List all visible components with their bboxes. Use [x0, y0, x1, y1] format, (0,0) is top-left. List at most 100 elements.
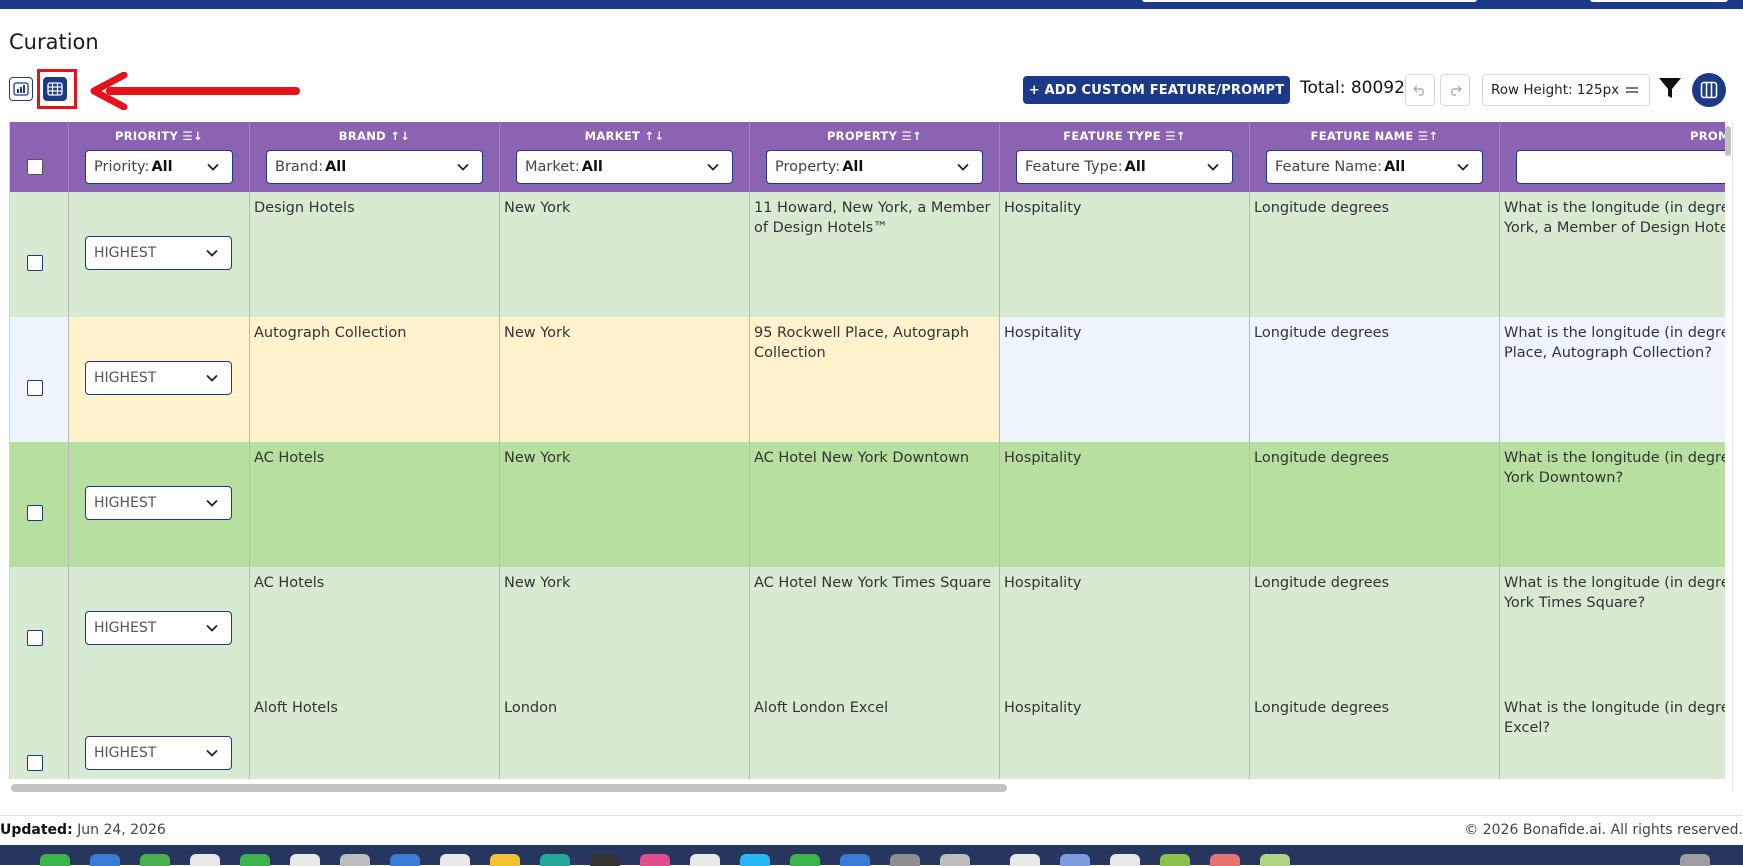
feature-type-cell[interactable]: Hospitality — [1000, 567, 1250, 692]
dock-app-icon[interactable] — [790, 854, 820, 866]
dock-trash-icon[interactable] — [1680, 854, 1710, 866]
priority-sort-header[interactable]: PRIORITY ☰↓ — [69, 129, 249, 143]
feature-name-cell[interactable]: Longitude degrees — [1250, 567, 1500, 692]
row-checkbox[interactable] — [27, 505, 43, 521]
vertical-scroll-thumb[interactable] — [1725, 126, 1731, 156]
filter-icon[interactable] — [1657, 75, 1683, 101]
dock-app-icon[interactable] — [1110, 854, 1140, 866]
row-height-label: Row Height: 125px — [1491, 82, 1620, 98]
select-cell — [10, 317, 69, 442]
prompt-cell[interactable]: What is the longitude (in degrees) of AC… — [1500, 442, 1725, 567]
property-cell[interactable]: 11 Howard, New York, a Member of Design … — [750, 192, 1000, 317]
add-custom-feature-button[interactable]: + ADD CUSTOM FEATURE/PROMPT — [1023, 76, 1290, 104]
priority-select[interactable]: HIGHEST — [85, 361, 232, 395]
total-count: Total: 80092 — [1300, 78, 1405, 98]
feature-name-filter-select[interactable]: Feature Name: All — [1266, 150, 1483, 184]
dock-app-icon[interactable] — [290, 854, 320, 866]
dock-app-icon[interactable] — [1210, 854, 1240, 866]
brand-cell[interactable]: Aloft Hotels — [250, 692, 500, 779]
prompt-cell[interactable]: What is the longitude (in degrees) of AC… — [1500, 567, 1725, 692]
feature-type-cell[interactable]: Hospitality — [1000, 692, 1250, 779]
row-checkbox[interactable] — [27, 630, 43, 646]
dock-app-icon[interactable] — [240, 854, 270, 866]
undo-button[interactable] — [1405, 74, 1435, 106]
priority-filter-select[interactable]: Priority: All — [85, 150, 233, 184]
dock-app-icon[interactable] — [90, 854, 120, 866]
brand-cell[interactable]: AC Hotels — [250, 442, 500, 567]
brand-sort-header[interactable]: BRAND ↑↓ — [250, 129, 499, 143]
row-checkbox[interactable] — [27, 380, 43, 396]
feature-name-cell[interactable]: Longitude degrees — [1250, 192, 1500, 317]
dock-app-icon[interactable] — [1010, 854, 1040, 866]
market-cell[interactable]: New York — [500, 442, 750, 567]
feature-type-cell[interactable]: Hospitality — [1000, 317, 1250, 442]
priority-select[interactable]: HIGHEST — [85, 236, 232, 270]
dock-app-icon[interactable] — [190, 854, 220, 866]
feature-name-cell[interactable]: Longitude degrees — [1250, 317, 1500, 442]
dock-app-icon[interactable] — [340, 854, 370, 866]
horizontal-scroll-thumb[interactable] — [11, 784, 1007, 792]
brand-filter-select[interactable]: Brand: All — [266, 150, 483, 184]
dock-app-icon[interactable] — [40, 854, 70, 866]
brand-cell[interactable]: Autograph Collection — [250, 317, 500, 442]
market-cell[interactable]: New York — [500, 317, 750, 442]
market-sort-header[interactable]: MARKET ↑↓ — [500, 129, 749, 143]
redo-button[interactable] — [1440, 74, 1470, 106]
select-all-checkbox[interactable] — [27, 159, 43, 175]
dock-app-icon[interactable] — [540, 854, 570, 866]
feature-type-sort-header[interactable]: FEATURE TYPE ☰↑ — [1000, 129, 1249, 143]
priority-select[interactable]: HIGHEST — [85, 486, 232, 520]
top-search-field[interactable] — [1142, 0, 1477, 2]
feature-name-cell[interactable]: Longitude degrees — [1250, 692, 1500, 779]
property-sort-header[interactable]: PROPERTY ☰↑ — [750, 129, 999, 143]
dock-app-icon[interactable] — [390, 854, 420, 866]
market-cell[interactable]: New York — [500, 567, 750, 692]
prompt-sort-header[interactable]: PROMPT — [1690, 129, 1725, 143]
market-cell[interactable]: London — [500, 692, 750, 779]
dock-app-icon[interactable] — [740, 854, 770, 866]
filter-prefix: Feature Type: — [1025, 159, 1123, 175]
dock-app-icon[interactable] — [590, 854, 620, 866]
prompt-cell[interactable]: What is the longitude (in degrees) of Al… — [1500, 692, 1725, 779]
brand-cell[interactable]: AC Hotels — [250, 567, 500, 692]
market-cell[interactable]: New York — [500, 192, 750, 317]
dock-app-icon[interactable] — [890, 854, 920, 866]
feature-type-cell[interactable]: Hospitality — [1000, 192, 1250, 317]
row-checkbox[interactable] — [27, 755, 43, 771]
dock-app-icon[interactable] — [1060, 854, 1090, 866]
property-cell[interactable]: 95 Rockwell Place, Autograph Collection — [750, 317, 1000, 442]
brand-cell[interactable]: Design Hotels — [250, 192, 500, 317]
feature-name-sort-header[interactable]: FEATURE NAME ☰↑ — [1250, 129, 1499, 143]
row-checkbox[interactable] — [27, 255, 43, 271]
property-filter-select[interactable]: Property: All — [766, 150, 983, 184]
prompt-filter-input[interactable] — [1516, 150, 1725, 184]
feature-name-cell[interactable]: Longitude degrees — [1250, 442, 1500, 567]
updated-value: Jun 24, 2026 — [77, 822, 166, 838]
header-brand: BRAND ↑↓ Brand: All — [250, 122, 500, 192]
priority-select[interactable]: HIGHEST — [85, 736, 232, 770]
last-updated: Updated: Jun 24, 2026 — [0, 822, 166, 838]
feature-type-cell[interactable]: Hospitality — [1000, 442, 1250, 567]
dock-app-icon[interactable] — [140, 854, 170, 866]
property-cell[interactable]: Aloft London Excel — [750, 692, 1000, 779]
property-cell[interactable]: AC Hotel New York Times Square — [750, 567, 1000, 692]
priority-select[interactable]: HIGHEST — [85, 611, 232, 645]
columns-toggle-button[interactable] — [1692, 73, 1726, 107]
top-user-menu[interactable] — [1590, 0, 1728, 2]
property-cell[interactable]: AC Hotel New York Downtown — [750, 442, 1000, 567]
prompt-cell[interactable]: What is the longitude (in degrees) of 11… — [1500, 192, 1725, 317]
dock-app-icon[interactable] — [440, 854, 470, 866]
market-filter-select[interactable]: Market: All — [516, 150, 733, 184]
dock-app-icon[interactable] — [1160, 854, 1190, 866]
horizontal-scrollbar[interactable] — [9, 783, 1725, 793]
dock-app-icon[interactable] — [940, 854, 970, 866]
chart-view-button[interactable] — [9, 77, 33, 101]
dock-app-icon[interactable] — [640, 854, 670, 866]
dock-app-icon[interactable] — [840, 854, 870, 866]
prompt-cell[interactable]: What is the longitude (in degrees) of 95… — [1500, 317, 1725, 442]
feature-type-filter-select[interactable]: Feature Type: All — [1016, 150, 1233, 184]
dock-app-icon[interactable] — [490, 854, 520, 866]
dock-app-icon[interactable] — [1260, 854, 1290, 866]
dock-app-icon[interactable] — [690, 854, 720, 866]
row-height-control[interactable]: Row Height: 125px — [1482, 74, 1650, 106]
